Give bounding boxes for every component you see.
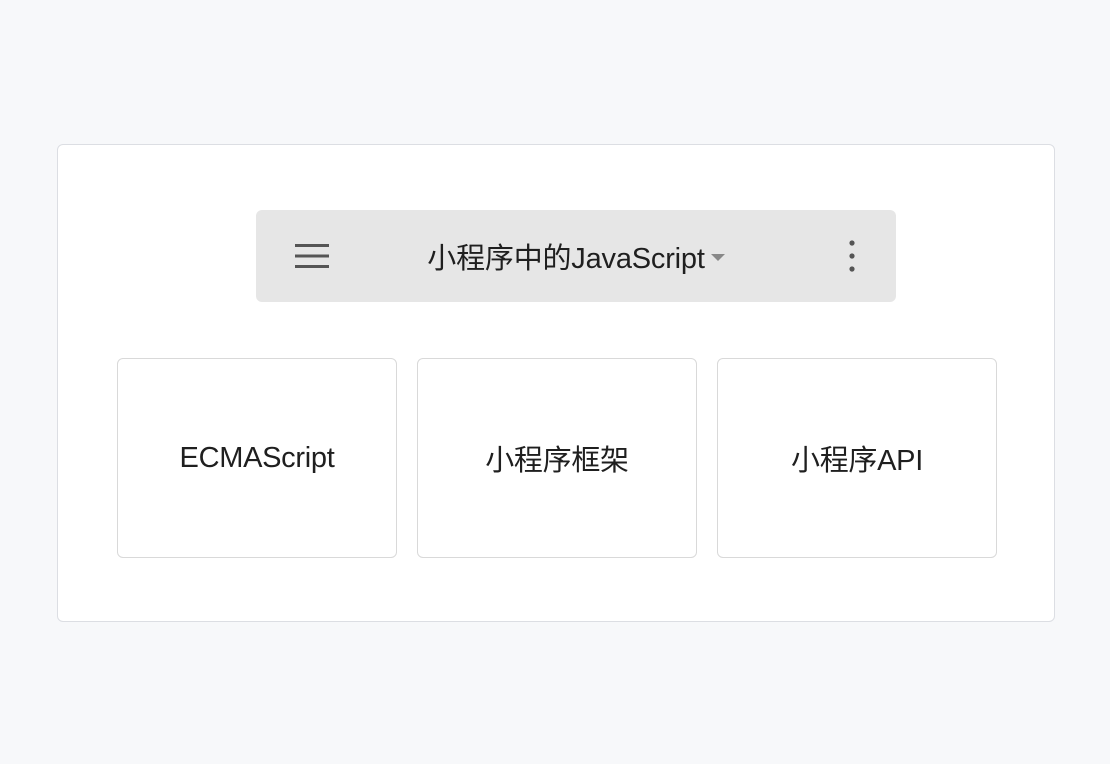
more-vertical-icon xyxy=(849,240,855,272)
tile-label: 小程序框架 xyxy=(485,445,629,477)
title-dropdown[interactable]: 小程序中的JavaScript xyxy=(427,235,725,277)
diagram-card: 小程序中的JavaScript ECMAScript 小程序框架 小程序API xyxy=(57,144,1055,622)
caret-down-icon xyxy=(710,253,725,261)
tile-mini-program-framework[interactable]: 小程序框架 xyxy=(417,358,697,558)
navigation-bar: 小程序中的JavaScript xyxy=(256,210,896,302)
hamburger-menu-icon xyxy=(295,244,329,268)
tile-label: 小程序API xyxy=(791,445,923,477)
page-title: 小程序中的JavaScript xyxy=(427,243,705,275)
tile-ecmascript[interactable]: ECMAScript xyxy=(117,358,397,558)
tile-label: ECMAScript xyxy=(179,441,335,474)
module-tiles: ECMAScript 小程序框架 小程序API xyxy=(117,358,997,558)
tile-mini-program-api[interactable]: 小程序API xyxy=(717,358,997,558)
more-options-button[interactable] xyxy=(834,236,870,276)
title-container: 小程序中的JavaScript xyxy=(256,210,896,302)
menu-button[interactable] xyxy=(288,236,336,276)
